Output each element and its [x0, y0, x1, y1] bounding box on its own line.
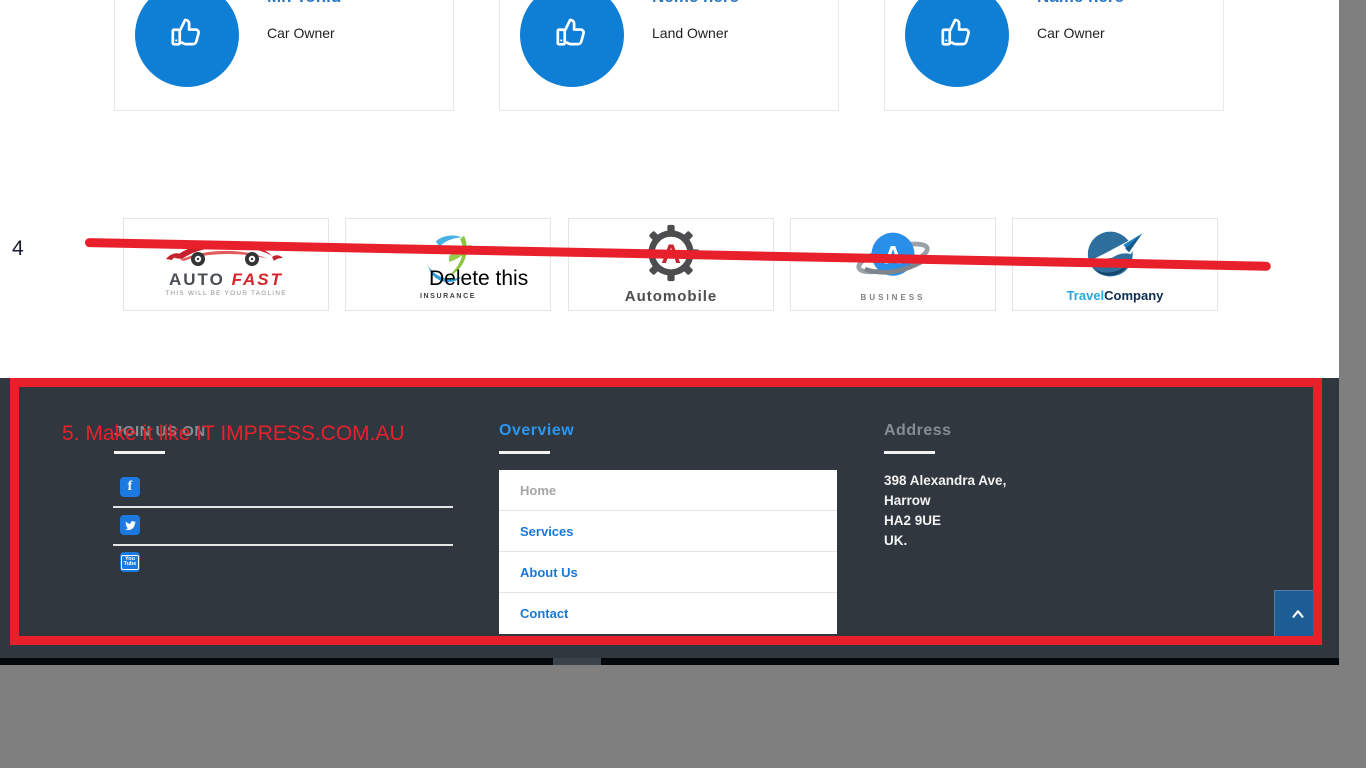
horizontal-scrollbar-thumb[interactable]: [553, 658, 601, 665]
travel-company-wordmark: TravelCompany: [1067, 288, 1164, 303]
avatar: [905, 0, 1009, 87]
address-line: HA2 9UE: [884, 511, 1006, 531]
client-logo-insurance: INSURANCE: [345, 218, 551, 311]
footer-link-home[interactable]: Home: [499, 470, 837, 511]
desktop-background: Mr. Tohid Car Owner Neme here Land Owner: [0, 0, 1366, 768]
annotation-impress-note: 5. Make it like IT IMPRESS.COM.AU: [62, 422, 405, 446]
annotation-step-number: 4: [12, 237, 24, 261]
business-label: BUSINESS: [861, 293, 926, 302]
avatar: [520, 0, 624, 87]
testimonial-role: Land Owner: [652, 25, 728, 41]
address-underline: [884, 451, 935, 454]
twitter-bird-icon: [124, 519, 137, 532]
testimonial-name: Neme here: [652, 0, 739, 7]
chevron-up-icon: [1289, 605, 1307, 623]
auto-fast-tagline: THIS WILL BE YOUR TAGLINE: [165, 290, 287, 297]
automobile-label: Automobile: [625, 288, 718, 305]
overview-heading: Overview: [499, 422, 574, 440]
address-line: Harrow: [884, 491, 1006, 511]
footer-link-contact[interactable]: Contact: [499, 593, 837, 634]
footer-link-about-us[interactable]: About Us: [499, 552, 837, 593]
testimonial-name: Mr. Tohid: [267, 0, 341, 7]
footer-nav-menu: Home Services About Us Contact: [499, 470, 837, 634]
testimonial-card: Name here Car Owner: [884, 0, 1224, 111]
testimonial-card: Mr. Tohid Car Owner: [114, 0, 454, 111]
address-heading: Address: [884, 422, 952, 440]
testimonial-name: Name here: [1037, 0, 1124, 7]
auto-fast-car-icon: [160, 233, 292, 272]
annotation-delete-note: Delete this: [429, 267, 528, 291]
thumbs-up-icon: [549, 10, 595, 61]
page-footer: JOIN US ON f YouTube Overview Home Servi…: [0, 378, 1339, 658]
client-logo-automobile: A Automobile: [568, 218, 774, 311]
overview-underline: [499, 451, 550, 454]
footer-link-services[interactable]: Services: [499, 511, 837, 552]
avatar: [135, 0, 239, 87]
divider: [113, 506, 453, 508]
scroll-to-top-button[interactable]: [1274, 590, 1322, 638]
testimonial-role: Car Owner: [267, 25, 335, 41]
testimonial-card: Neme here Land Owner: [499, 0, 839, 111]
client-logo-auto-fast: AUTO FAST THIS WILL BE YOUR TAGLINE: [123, 218, 329, 311]
divider: [113, 544, 453, 546]
twitter-icon[interactable]: [120, 515, 140, 535]
youtube-icon[interactable]: YouTube: [120, 552, 140, 572]
join-us-underline: [114, 451, 165, 454]
facebook-icon[interactable]: f: [120, 477, 140, 497]
address-line: 398 Alexandra Ave,: [884, 471, 1006, 491]
thumbs-up-icon: [164, 10, 210, 61]
address-block: 398 Alexandra Ave, Harrow HA2 9UE UK.: [884, 471, 1006, 551]
thumbs-up-icon: [934, 10, 980, 61]
address-line: UK.: [884, 531, 1006, 551]
browser-bottom-strip: [0, 658, 1339, 665]
insurance-label: INSURANCE: [420, 293, 476, 300]
testimonial-role: Car Owner: [1037, 25, 1105, 41]
auto-fast-wordmark: AUTO FAST: [169, 272, 283, 288]
